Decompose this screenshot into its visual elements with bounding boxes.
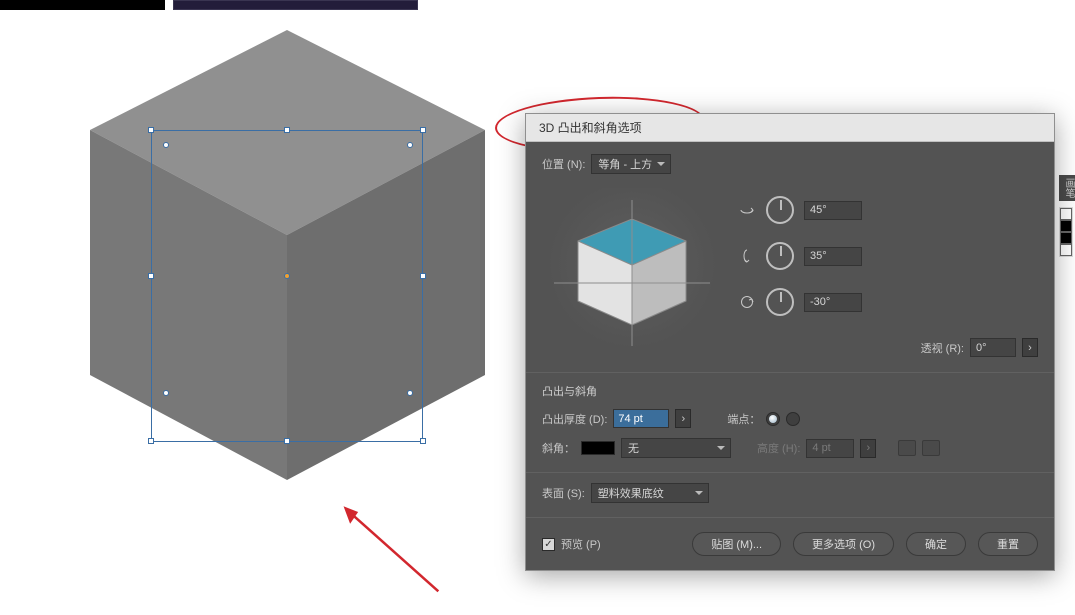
more-options-button[interactable]: 更多选项 (O) bbox=[793, 532, 894, 556]
handle-br[interactable] bbox=[420, 438, 426, 444]
depth-input[interactable]: 74 pt bbox=[613, 409, 669, 428]
preview-checkbox-label: 预览 (P) bbox=[561, 536, 601, 552]
cap-on-button[interactable] bbox=[766, 412, 780, 426]
anchor-center[interactable] bbox=[284, 273, 290, 279]
bevel-extent-out-icon bbox=[922, 440, 940, 456]
surface-label: 表面 (S): bbox=[542, 485, 585, 501]
extrude-section-title: 凸出与斜角 bbox=[542, 383, 1038, 399]
checkbox-icon: ✓ bbox=[542, 538, 555, 551]
handle-bl[interactable] bbox=[148, 438, 154, 444]
cap-off-button[interactable] bbox=[786, 412, 800, 426]
reset-button[interactable]: 重置 bbox=[978, 532, 1038, 556]
anchor-tl[interactable] bbox=[163, 142, 169, 148]
perspective-stepper[interactable]: › bbox=[1022, 338, 1038, 357]
swatch-strip[interactable] bbox=[1059, 207, 1073, 257]
rotate-x-icon bbox=[738, 203, 756, 217]
rotate-z-value[interactable]: -30° bbox=[804, 293, 862, 312]
anchor-bl[interactable] bbox=[163, 390, 169, 396]
handle-bc[interactable] bbox=[284, 438, 290, 444]
rotate-z-icon bbox=[738, 294, 756, 310]
dialog-title[interactable]: 3D 凸出和斜角选项 bbox=[526, 114, 1054, 142]
depth-label: 凸出厚度 (D): bbox=[542, 411, 607, 427]
divider-3 bbox=[526, 517, 1054, 518]
anchor-br[interactable] bbox=[407, 390, 413, 396]
bevel-height-value: 4 pt bbox=[806, 439, 854, 458]
right-panels-strip: 画笔 bbox=[1059, 175, 1075, 257]
preview-axes bbox=[542, 188, 722, 358]
position-label: 位置 (N): bbox=[542, 156, 585, 172]
rotate-x-dial[interactable] bbox=[766, 196, 794, 224]
rotate-z-dial[interactable] bbox=[766, 288, 794, 316]
divider-2 bbox=[526, 472, 1054, 473]
handle-tc[interactable] bbox=[284, 127, 290, 133]
handle-tr[interactable] bbox=[420, 127, 426, 133]
bevel-dropdown[interactable]: 无 bbox=[621, 438, 731, 458]
divider-1 bbox=[526, 372, 1054, 373]
rotate-x-value[interactable]: 45° bbox=[804, 201, 862, 220]
position-dropdown[interactable]: 等角 - 上方 bbox=[591, 154, 671, 174]
extrude-bevel-dialog: 3D 凸出和斜角选项 位置 (N): 等角 - 上方 bbox=[525, 113, 1055, 571]
rotate-y-value[interactable]: 35° bbox=[804, 247, 862, 266]
depth-stepper[interactable]: › bbox=[675, 409, 691, 428]
app-top-frag-2 bbox=[173, 0, 418, 10]
map-art-button[interactable]: 贴图 (M)... bbox=[692, 532, 781, 556]
preview-checkbox[interactable]: ✓ 预览 (P) bbox=[542, 536, 601, 552]
app-top-frag-1 bbox=[0, 0, 165, 10]
bevel-label: 斜角： bbox=[542, 440, 575, 456]
anchor-tr[interactable] bbox=[407, 142, 413, 148]
perspective-label: 透视 (R): bbox=[921, 340, 964, 356]
bevel-height-stepper: › bbox=[860, 439, 876, 458]
handle-mr[interactable] bbox=[420, 273, 426, 279]
bevel-swatch bbox=[581, 441, 615, 455]
surface-dropdown[interactable]: 塑料效果底纹 bbox=[591, 483, 709, 503]
perspective-value[interactable]: 0° bbox=[970, 338, 1016, 357]
ok-button[interactable]: 确定 bbox=[906, 532, 966, 556]
selection-bounds[interactable] bbox=[151, 130, 423, 442]
bevel-height-label: 高度 (H): bbox=[757, 440, 800, 456]
panel-tab-brushes[interactable]: 画笔 bbox=[1059, 175, 1075, 201]
handle-tl[interactable] bbox=[148, 127, 154, 133]
bevel-extent-in-icon bbox=[898, 440, 916, 456]
rotate-y-icon bbox=[738, 248, 756, 264]
cap-label: 端点： bbox=[727, 411, 760, 427]
rotation-preview[interactable] bbox=[542, 188, 722, 358]
artboard-canvas[interactable] bbox=[90, 30, 490, 510]
rotate-y-dial[interactable] bbox=[766, 242, 794, 270]
handle-ml[interactable] bbox=[148, 273, 154, 279]
annotation-arrow bbox=[335, 495, 454, 614]
